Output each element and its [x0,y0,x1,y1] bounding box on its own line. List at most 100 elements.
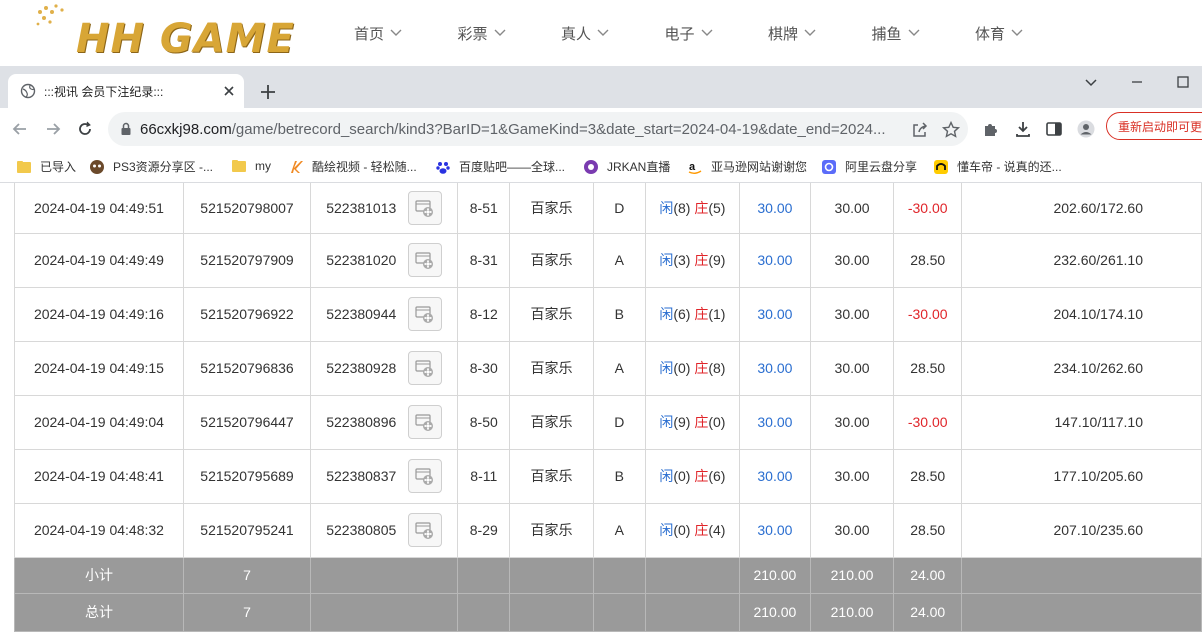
address-bar[interactable]: 66cxkj98.com/game/betrecord_search/kind3… [108,112,968,146]
table-no-cell: 8-12 [457,286,511,342]
subtotal-row: 小计 7 210.00 210.00 24.00 [14,556,1202,594]
lock-icon[interactable] [118,121,134,137]
video-replay-button[interactable] [408,243,443,277]
bookmark-label: 亚马逊网站谢谢您 [711,160,808,174]
table-row: 2024-04-19 04:49:49 521520797909 522381020… [14,232,1202,288]
chevron-down-icon[interactable] [1081,72,1101,92]
chevron-down-icon [390,29,402,36]
bet-id-cell: 521520796836 [182,340,312,396]
player-label: 闲 [659,360,674,376]
ps3-icon [90,159,104,174]
video-replay-button[interactable] [408,297,443,331]
grand-total-row: 总计 7 210.00 210.00 24.00 [14,592,1202,632]
browser-tab-active[interactable]: :::视讯 会员下注纪录::: [8,74,244,108]
empty-cell [592,556,646,594]
nav-item[interactable]: 捕鱼 [872,0,976,66]
chevron-down-icon [804,29,816,36]
download-icon[interactable] [1013,119,1033,139]
maximize-icon[interactable] [1173,72,1193,92]
game-type-cell: 百家乐 [509,502,594,558]
chevron-down-icon [701,29,713,36]
bookmark-item[interactable]: 酷绘视频 - 轻松随... [288,158,417,175]
back-arrow-icon[interactable] [10,119,30,139]
restart-to-update-button[interactable]: 重新启动即可更新 [1106,112,1202,140]
video-replay-button[interactable] [408,351,443,385]
nav-item-label: 体育 [975,25,1006,43]
side-panel-icon[interactable] [1044,119,1064,139]
nav-item[interactable]: 彩票 [458,0,562,66]
banker-points: (8) [708,360,726,376]
new-tab-plus-icon[interactable] [258,82,278,102]
nav-item-label: 首页 [354,25,385,43]
chevron-down-icon [1011,29,1023,36]
nav-item[interactable]: 电子 [665,0,769,66]
nav-item[interactable]: 体育 [975,0,1079,66]
minimize-icon[interactable] [1127,72,1147,92]
table-row: 2024-04-19 04:48:41 521520795689 522380837… [14,448,1202,504]
bet-id-cell: 521520795241 [182,502,312,558]
bookmark-label: PS3资源分享区 -... [113,160,214,174]
main-nav: 首页 彩票 真人 电子 棋牌 捕鱼 体育 [354,0,1079,66]
video-replay-button[interactable] [408,190,443,225]
reload-icon[interactable] [75,119,95,139]
video-replay-button[interactable] [408,405,443,439]
bookmark-item[interactable]: my [231,158,271,174]
table-row: 2024-04-19 04:49:16 521520796922 522380944… [14,286,1202,342]
round-id-wrap: 522380805 [326,513,443,547]
valid-amount-cell: 30.00 [809,232,895,288]
video-replay-icon [415,360,434,377]
bookmark-label: my [255,159,271,173]
empty-cell [644,592,741,632]
bookmark-item[interactable]: JRKAN直播 [583,158,670,175]
table-no-cell: 8-31 [457,232,511,288]
bet-id-cell: 521520796922 [182,286,312,342]
bookmark-item[interactable]: a 亚马逊网站谢谢您 [687,158,807,175]
video-replay-icon [415,200,434,217]
player-points: (8) [673,199,691,216]
close-tab-icon[interactable] [222,84,236,98]
player-label: 闲 [659,522,674,538]
bookmark-label: JRKAN直播 [607,160,671,174]
table-no-cell: 8-50 [457,394,511,450]
nav-item[interactable]: 棋牌 [768,0,872,66]
video-replay-button[interactable] [408,459,443,493]
video-replay-button[interactable] [408,513,443,547]
profile-avatar-icon[interactable] [1076,119,1096,139]
folder-icon [17,160,31,173]
extensions-puzzle-icon[interactable] [981,119,1001,139]
player-label: 闲 [659,252,674,268]
bet-time-cell: 2024-04-19 04:49:15 [14,340,184,396]
chevron-down-icon [597,29,609,36]
video-replay-icon [415,306,434,323]
round-id-cell: 522380928 [310,340,459,396]
bookmark-item[interactable]: 百度贴吧——全球... [435,158,565,175]
bookmark-item[interactable]: PS3资源分享区 -... [89,158,213,175]
site-logo[interactable]: HH GAME [34,2,296,64]
share-icon[interactable] [910,120,930,140]
result-cell: 闲(0) 庄(4) [644,502,741,558]
forward-arrow-icon[interactable] [43,119,63,139]
bookmark-item[interactable]: 已导入 [16,158,76,175]
round-id-cell: 522380837 [310,448,459,504]
round-id: 522380837 [326,468,397,484]
total-bet-amount-cell: 210.00 [739,556,811,594]
logo-text: HH GAME [76,16,295,62]
bet-time-cell: 2024-04-19 04:48:41 [14,448,184,504]
bet-amount-cell: 30.00 [739,502,811,558]
player-points: (0) [673,522,691,538]
bookmark-label: 懂车帝 - 说真的还... [957,160,1062,174]
bet-id-cell: 521520798007 [182,183,312,234]
valid-amount-cell: 30.00 [809,448,895,504]
url-host: 66cxkj98.com [140,121,232,138]
empty-cell [592,592,646,632]
nav-item[interactable]: 真人 [561,0,665,66]
bookmark-star-icon[interactable] [941,120,961,140]
bookmark-item[interactable]: 阿里云盘分享 [821,158,917,175]
bookmark-item[interactable]: 懂车帝 - 说真的还... [933,158,1062,175]
valid-amount-cell: 30.00 [809,340,895,396]
bet-time-cell: 2024-04-19 04:49:51 [14,183,184,234]
round-id-cell: 522381013 [310,183,459,234]
payout-cell: 28.50 [893,448,962,504]
nav-item[interactable]: 首页 [354,0,458,66]
globe-icon [20,83,36,99]
